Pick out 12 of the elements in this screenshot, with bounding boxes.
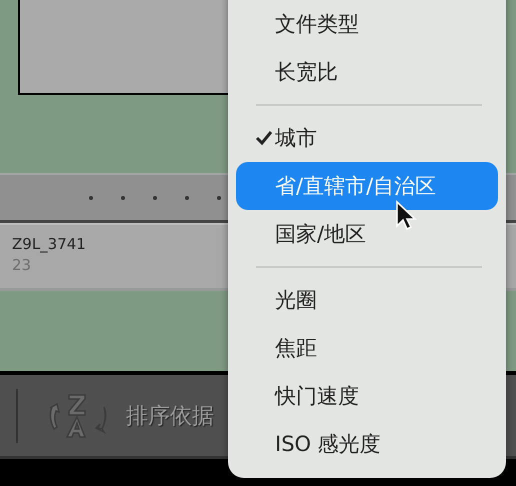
dots-icon	[88, 194, 222, 200]
cursor-icon	[395, 200, 417, 232]
menu-item[interactable]: 光圈	[236, 276, 498, 324]
photo-index: 23	[12, 255, 32, 275]
menu-item[interactable]: ISO 感光度	[236, 420, 498, 468]
menu-item[interactable]: 长宽比	[236, 48, 498, 96]
menu-item[interactable]: 省/直辖市/自治区	[236, 162, 498, 210]
menu-item[interactable]: 文件类型	[236, 0, 498, 48]
menu-item[interactable]: 城市	[236, 114, 498, 162]
menu-item[interactable]: 国家/地区	[236, 210, 498, 258]
filename: Z9L_3741	[12, 234, 86, 255]
menu-item[interactable]: 快门速度	[236, 372, 498, 420]
